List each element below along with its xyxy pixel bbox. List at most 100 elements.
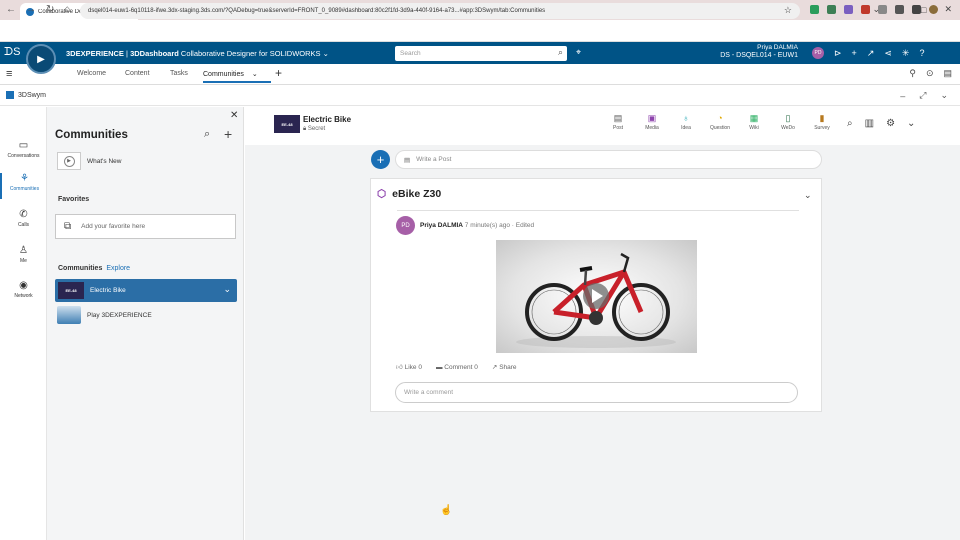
community-item-play[interactable]: Play 3DEXPERIENCE — [57, 306, 152, 324]
search-icon[interactable]: ⌕ — [204, 128, 210, 141]
search-icon[interactable]: ⌕ — [558, 47, 563, 58]
whats-new-item[interactable]: ▶ What's New — [57, 152, 121, 170]
chat-icon: ▭ — [18, 140, 29, 151]
address-bar[interactable]: dsqel014-euw1-6q10118-ifwe.3dx-staging.3… — [80, 3, 800, 19]
chevron-down-icon[interactable]: ⌄ — [223, 284, 231, 295]
wedo-icon: ▯ — [785, 113, 791, 123]
chevron-down-icon[interactable]: ⌄ — [940, 90, 948, 101]
add-tab-button[interactable]: + — [275, 66, 282, 80]
explore-link[interactable]: Explore — [106, 265, 130, 272]
share-button[interactable]: ↗ Share — [492, 363, 517, 371]
write-post-input[interactable]: ▤ Write a Post — [395, 150, 822, 169]
post-icon: ▤ — [404, 156, 411, 164]
favorites-dropzone[interactable]: ⧉ Add your favorite here — [55, 214, 236, 239]
avatar[interactable]: PD — [812, 47, 824, 59]
chevron-down-icon[interactable]: ⌄ — [907, 118, 915, 129]
minimize-widget-icon[interactable]: – — [900, 91, 905, 101]
divider — [397, 210, 799, 211]
extension-icon[interactable] — [827, 5, 836, 14]
like-button[interactable]: 👍︎ Like 0 — [396, 363, 422, 371]
tab-tasks[interactable]: Tasks — [170, 70, 188, 77]
author-name[interactable]: Priya DALMIA — [420, 222, 463, 229]
home-icon[interactable]: ⌂ — [64, 4, 70, 15]
widget-header — [0, 86, 960, 106]
menu-icon[interactable]: ≡ — [6, 68, 12, 80]
compass-button[interactable]: ▶ — [26, 44, 56, 74]
tab-communities[interactable]: Communities ⌄ — [203, 70, 271, 83]
action-wiki[interactable]: ▦ Wiki — [743, 113, 765, 131]
extension-icon[interactable] — [844, 5, 853, 14]
tab-content[interactable]: Content — [125, 70, 150, 77]
search-icon[interactable]: ⌕ — [847, 118, 853, 129]
comment-input[interactable]: Write a comment — [395, 382, 798, 403]
media-icon: ▣ — [647, 113, 657, 123]
app-brand[interactable]: 3DEXPERIENCE | 3DDashboard Collaborative… — [66, 49, 329, 58]
community-item-electric-bike[interactable]: EE-48 Electric Bike ⌄ — [55, 279, 237, 302]
chat-icon[interactable]: ▤ — [943, 68, 952, 79]
share-icon[interactable]: ↗ — [867, 48, 875, 59]
back-icon[interactable]: ← — [6, 4, 16, 15]
list-view-icon[interactable]: ▥ — [865, 118, 874, 129]
content-actions: ▤ Post ▣ Media ♁ Idea ◔ Question ▦ Wiki ▯ WeDo… — [607, 113, 833, 131]
help-icon[interactable]: ? — [919, 48, 924, 58]
post-image[interactable] — [496, 240, 697, 353]
network-share-icon[interactable]: ⋖ — [884, 48, 892, 59]
tab-communities-label: Communities — [203, 71, 244, 78]
nav-conversations[interactable]: ▭ Conversations — [0, 140, 47, 159]
extension-icon[interactable] — [861, 5, 870, 14]
action-idea[interactable]: ♁ Idea — [675, 113, 697, 131]
add-community-button[interactable]: + — [224, 126, 232, 142]
extension-icon[interactable] — [810, 5, 819, 14]
search-input[interactable]: Search ⌕ — [395, 46, 567, 61]
forward-icon[interactable]: → — [26, 4, 36, 15]
nav-communities[interactable]: ⚘ Communities — [0, 173, 47, 199]
action-question[interactable]: ◔ Question — [709, 113, 731, 131]
nav-buttons: ← → ↻ ⌂ — [6, 4, 70, 15]
apps-icon[interactable]: ✳ — [902, 48, 910, 59]
add-icon[interactable]: + — [852, 48, 857, 58]
post-title[interactable]: ⬡ eBike Z30 — [377, 188, 441, 200]
comment-icon: ▬ — [435, 363, 443, 371]
action-media-label: Media — [645, 125, 659, 131]
nav-network[interactable]: ◉ Network — [0, 280, 47, 299]
puzzle-icon[interactable] — [895, 5, 904, 14]
bookmark-star-icon[interactable]: ☆ — [784, 5, 792, 16]
comment-label: Comment — [444, 363, 473, 371]
user-info[interactable]: Priya DALMIA DS - DSQEL014 - EUW1 — [700, 44, 798, 60]
tag-icon[interactable]: ⌖ — [576, 47, 581, 58]
new-post-button[interactable]: + — [371, 150, 390, 169]
community-tools: ⌕ ▥ ⚙ ⌄ — [847, 118, 915, 129]
profile-icon[interactable] — [929, 5, 938, 14]
lock-icon: 🔒︎ — [303, 126, 307, 132]
filter-icon[interactable]: ⚙ — [886, 118, 895, 129]
chevron-down-icon[interactable]: ⌄ — [252, 71, 258, 78]
person-search-icon[interactable]: ⚲ — [909, 68, 916, 79]
action-survey[interactable]: ▮ Survey — [811, 113, 833, 131]
close-window-icon[interactable]: ✕ — [944, 4, 952, 15]
tab-welcome[interactable]: Welcome — [77, 70, 106, 77]
app-name: 3DDashboard — [130, 49, 179, 58]
community-name[interactable]: Electric Bike — [303, 115, 351, 124]
like-count: 0 — [418, 364, 422, 371]
action-post[interactable]: ▤ Post — [607, 113, 629, 131]
toggle-icon[interactable]: ⊙ — [926, 68, 934, 79]
communities-label: Communities Explore — [58, 265, 130, 272]
fullscreen-icon[interactable]: ⤢ — [919, 90, 926, 101]
share-activity-icon[interactable]: ⊳ — [834, 48, 842, 59]
close-icon[interactable]: ✕ — [230, 110, 238, 121]
nav-calls[interactable]: ✆ Calls — [0, 209, 47, 228]
action-wedo[interactable]: ▯ WeDo — [777, 113, 799, 131]
extensions — [810, 5, 938, 14]
comment-button[interactable]: ▬ Comment 0 — [436, 364, 478, 371]
privacy-text: Secret — [307, 126, 326, 132]
reload-icon[interactable]: ↻ — [46, 4, 54, 15]
nav-me-label: Me — [20, 258, 27, 264]
chevron-down-icon[interactable]: ⌄ — [804, 190, 812, 201]
extension-icon[interactable] — [878, 5, 887, 14]
dashboard-tools: ⚲ ⊙ ▤ — [909, 68, 952, 79]
sidepanel-icon[interactable] — [912, 5, 921, 14]
action-media[interactable]: ▣ Media — [641, 113, 663, 131]
author-avatar[interactable]: PD — [396, 216, 415, 235]
nav-me[interactable]: ♙ Me — [0, 245, 47, 264]
hand-cursor-icon: ☝ — [440, 505, 453, 516]
